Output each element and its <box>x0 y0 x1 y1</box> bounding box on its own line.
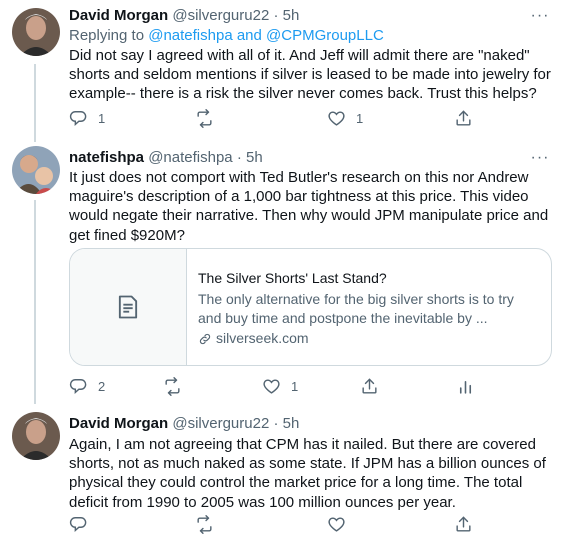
share-button[interactable] <box>454 514 473 534</box>
tweet-actions: 2 1 <box>69 376 549 396</box>
share-icon <box>362 378 377 394</box>
tweet-header: natefishpa @natefishpa · 5h <box>69 148 263 168</box>
heart-icon <box>328 516 345 532</box>
tweet-actions: 1 1 <box>69 108 549 128</box>
heart-icon <box>263 378 280 394</box>
reply-button[interactable]: 2 <box>69 376 105 396</box>
tweet-timestamp[interactable]: 5h <box>283 415 300 432</box>
like-button[interactable]: 1 <box>327 108 363 128</box>
replying-to: Replying to @natefishpa and @CPMGroupLLC <box>69 26 384 46</box>
reply-icon <box>69 110 87 126</box>
tweet-header: David Morgan @silverguru22 · 5h <box>69 414 299 434</box>
tweet[interactable]: David Morgan @silverguru22 · 5h ··· Repl… <box>0 0 565 142</box>
tweet-text: It just does not comport with Ted Butler… <box>69 169 549 244</box>
retweet-icon <box>197 514 212 534</box>
tweet-timestamp[interactable]: 5h <box>246 149 263 166</box>
tweet[interactable]: David Morgan @silverguru22 · 5h Again, I… <box>0 404 565 544</box>
reply-button[interactable] <box>69 514 98 534</box>
separator-dot: · <box>273 415 279 432</box>
share-button[interactable] <box>454 108 473 128</box>
card-domain: silverseek.com <box>198 329 538 348</box>
author-name[interactable]: natefishpa <box>69 149 144 166</box>
tweet-timestamp[interactable]: 5h <box>283 7 300 24</box>
card-description: The only alternative for the big silver … <box>198 291 514 326</box>
avatar[interactable] <box>12 146 60 194</box>
tweet-actions <box>69 514 549 534</box>
reply-button[interactable]: 1 <box>69 108 105 128</box>
like-count: 1 <box>291 378 299 394</box>
document-icon <box>118 295 138 319</box>
share-button[interactable] <box>360 376 379 396</box>
separator-dot: · <box>236 149 242 166</box>
author-handle[interactable]: @silverguru22 <box>172 415 269 432</box>
retweet-button[interactable] <box>195 108 224 128</box>
card-body: The Silver Shorts' Last Stand? The only … <box>198 269 538 348</box>
replying-to-users[interactable]: @natefishpa and @CPMGroupLLC <box>148 27 384 44</box>
author-handle[interactable]: @natefishpa <box>148 149 232 166</box>
like-button[interactable] <box>327 514 356 534</box>
share-icon <box>456 110 471 126</box>
heart-icon <box>328 110 345 126</box>
analytics-button[interactable] <box>456 376 475 396</box>
retweet-icon <box>197 108 212 128</box>
share-icon <box>456 516 471 532</box>
author-name[interactable]: David Morgan <box>69 415 168 432</box>
reply-count: 2 <box>98 378 106 394</box>
tweet-header: David Morgan @silverguru22 · 5h <box>69 6 299 26</box>
card-media <box>70 249 187 365</box>
author-name[interactable]: David Morgan <box>69 7 168 24</box>
retweet-icon <box>165 376 180 396</box>
tweet-text: Did not say I agreed with all of it. And… <box>69 47 551 103</box>
link-icon <box>199 333 211 344</box>
card-domain-text: silverseek.com <box>216 330 309 346</box>
retweet-button[interactable] <box>195 514 224 534</box>
avatar[interactable] <box>12 8 60 56</box>
tweet-text: Again, I am not agreeing that CPM has it… <box>69 436 546 511</box>
card-title: The Silver Shorts' Last Stand? <box>198 270 387 286</box>
replying-to-label: Replying to <box>69 27 145 44</box>
reply-count: 1 <box>98 110 106 126</box>
reply-icon <box>69 378 87 394</box>
retweet-button[interactable] <box>163 376 192 396</box>
separator-dot: · <box>273 7 279 24</box>
avatar[interactable] <box>12 412 60 460</box>
like-button[interactable]: 1 <box>262 376 298 396</box>
more-options-icon[interactable]: ··· <box>529 8 551 30</box>
reply-icon <box>69 516 87 532</box>
author-handle[interactable]: @silverguru22 <box>172 7 269 24</box>
analytics-icon <box>459 380 472 394</box>
like-count: 1 <box>356 110 364 126</box>
link-preview-card[interactable]: The Silver Shorts' Last Stand? The only … <box>69 248 552 366</box>
